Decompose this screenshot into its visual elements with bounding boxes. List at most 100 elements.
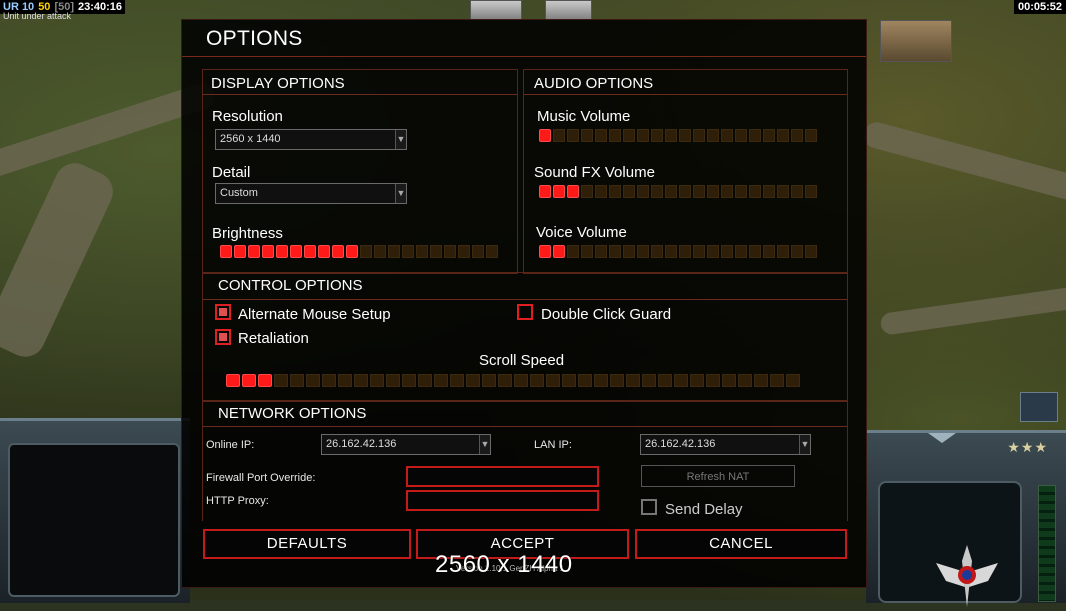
slider-segment[interactable]	[706, 374, 720, 387]
slider-segment[interactable]	[738, 374, 752, 387]
slider-segment[interactable]	[609, 185, 621, 198]
chevron-down-icon[interactable]: ▼	[395, 184, 406, 203]
slider-segment[interactable]	[226, 374, 240, 387]
http-proxy-input[interactable]	[406, 490, 599, 511]
firewall-port-input[interactable]	[406, 466, 599, 487]
detail-dropdown[interactable]: Custom ▼	[215, 183, 407, 204]
slider-segment[interactable]	[679, 245, 691, 258]
slider-segment[interactable]	[458, 245, 470, 258]
slider-segment[interactable]	[791, 185, 803, 198]
slider-segment[interactable]	[595, 129, 607, 142]
slider-segment[interactable]	[763, 185, 775, 198]
slider-segment[interactable]	[735, 185, 747, 198]
slider-segment[interactable]	[749, 129, 761, 142]
slider-segment[interactable]	[553, 245, 565, 258]
voice-volume-slider[interactable]	[539, 245, 817, 258]
chevron-down-icon[interactable]: ▼	[395, 130, 406, 149]
slider-segment[interactable]	[258, 374, 272, 387]
scroll-speed-slider[interactable]	[226, 374, 800, 387]
slider-segment[interactable]	[567, 129, 579, 142]
slider-segment[interactable]	[609, 245, 621, 258]
slider-segment[interactable]	[637, 129, 649, 142]
slider-segment[interactable]	[594, 374, 608, 387]
slider-segment[interactable]	[360, 245, 372, 258]
sfx-volume-slider[interactable]	[539, 185, 817, 198]
slider-segment[interactable]	[354, 374, 368, 387]
retaliation-checkbox[interactable]	[215, 329, 231, 345]
online-ip-dropdown[interactable]: 26.162.42.136 ▼	[321, 434, 491, 455]
slider-segment[interactable]	[595, 185, 607, 198]
slider-segment[interactable]	[777, 185, 789, 198]
slider-segment[interactable]	[693, 185, 705, 198]
slider-segment[interactable]	[665, 185, 677, 198]
slider-segment[interactable]	[274, 374, 288, 387]
slider-segment[interactable]	[707, 245, 719, 258]
slider-segment[interactable]	[416, 245, 428, 258]
slider-segment[interactable]	[805, 185, 817, 198]
slider-segment[interactable]	[290, 245, 302, 258]
slider-segment[interactable]	[722, 374, 736, 387]
slider-segment[interactable]	[805, 245, 817, 258]
slider-segment[interactable]	[567, 245, 579, 258]
slider-segment[interactable]	[609, 129, 621, 142]
slider-segment[interactable]	[370, 374, 384, 387]
slider-segment[interactable]	[581, 185, 593, 198]
slider-segment[interactable]	[581, 129, 593, 142]
slider-segment[interactable]	[346, 245, 358, 258]
slider-segment[interactable]	[539, 129, 551, 142]
slider-segment[interactable]	[290, 374, 304, 387]
slider-segment[interactable]	[707, 185, 719, 198]
slider-segment[interactable]	[539, 245, 551, 258]
chevron-down-icon[interactable]: ▼	[799, 435, 810, 454]
slider-segment[interactable]	[248, 245, 260, 258]
slider-segment[interactable]	[721, 185, 733, 198]
brightness-slider[interactable]	[220, 245, 498, 258]
slider-segment[interactable]	[418, 374, 432, 387]
slider-segment[interactable]	[434, 374, 448, 387]
slider-segment[interactable]	[482, 374, 496, 387]
send-delay-checkbox[interactable]	[641, 499, 657, 515]
slider-segment[interactable]	[623, 185, 635, 198]
slider-segment[interactable]	[262, 245, 274, 258]
slider-segment[interactable]	[402, 374, 416, 387]
double-click-guard-checkbox[interactable]	[517, 304, 533, 320]
defaults-button[interactable]: DEFAULTS	[203, 529, 411, 559]
slider-segment[interactable]	[234, 245, 246, 258]
slider-segment[interactable]	[805, 129, 817, 142]
slider-segment[interactable]	[665, 129, 677, 142]
slider-segment[interactable]	[754, 374, 768, 387]
slider-segment[interactable]	[693, 245, 705, 258]
slider-segment[interactable]	[623, 129, 635, 142]
slider-segment[interactable]	[626, 374, 640, 387]
resolution-dropdown[interactable]: 2560 x 1440 ▼	[215, 129, 407, 150]
slider-segment[interactable]	[679, 129, 691, 142]
slider-segment[interactable]	[642, 374, 656, 387]
slider-segment[interactable]	[763, 129, 775, 142]
slider-segment[interactable]	[707, 129, 719, 142]
slider-segment[interactable]	[749, 245, 761, 258]
slider-segment[interactable]	[637, 245, 649, 258]
slider-segment[interactable]	[486, 245, 498, 258]
chevron-down-icon[interactable]	[928, 433, 956, 443]
slider-segment[interactable]	[777, 129, 789, 142]
slider-segment[interactable]	[721, 129, 733, 142]
slider-segment[interactable]	[386, 374, 400, 387]
slider-segment[interactable]	[539, 185, 551, 198]
radar-screen[interactable]	[8, 443, 180, 597]
alternate-mouse-checkbox[interactable]	[215, 304, 231, 320]
slider-segment[interactable]	[322, 374, 336, 387]
slider-segment[interactable]	[735, 129, 747, 142]
slider-segment[interactable]	[791, 245, 803, 258]
slider-segment[interactable]	[242, 374, 256, 387]
slider-segment[interactable]	[402, 245, 414, 258]
slider-segment[interactable]	[721, 245, 733, 258]
slider-segment[interactable]	[276, 245, 288, 258]
slider-segment[interactable]	[514, 374, 528, 387]
slider-segment[interactable]	[665, 245, 677, 258]
chevron-down-icon[interactable]: ▼	[479, 435, 490, 454]
slider-segment[interactable]	[306, 374, 320, 387]
cancel-button[interactable]: CANCEL	[635, 529, 847, 559]
lan-ip-dropdown[interactable]: 26.162.42.136 ▼	[640, 434, 811, 455]
slider-segment[interactable]	[388, 245, 400, 258]
slider-segment[interactable]	[374, 245, 386, 258]
